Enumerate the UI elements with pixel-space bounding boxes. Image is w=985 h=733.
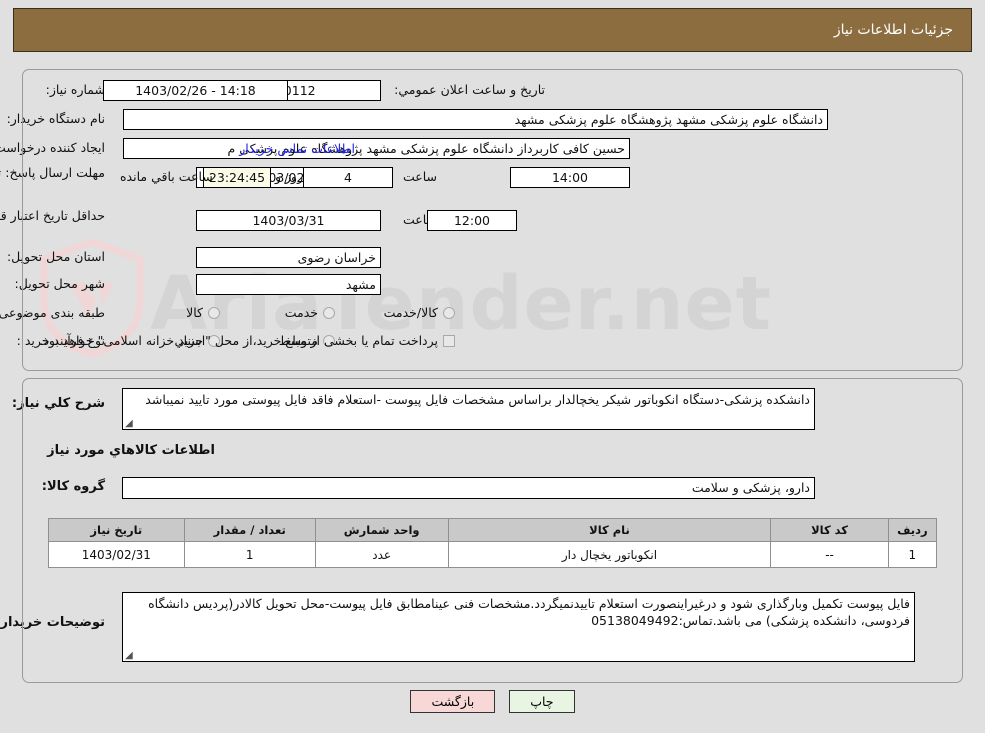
- print-button[interactable]: چاپ: [509, 690, 575, 713]
- page-title: جزئیات اطلاعات نیاز: [833, 22, 953, 38]
- page-root: AriaTender.net جزئیات اطلاعات نیاز شماره…: [0, 0, 985, 733]
- footer-buttons: بازگشت چاپ: [0, 690, 985, 713]
- goods-panel: [22, 378, 963, 683]
- page-header-bar: جزئیات اطلاعات نیاز: [13, 8, 972, 52]
- details-panel: [22, 69, 963, 371]
- back-button[interactable]: بازگشت: [410, 690, 496, 713]
